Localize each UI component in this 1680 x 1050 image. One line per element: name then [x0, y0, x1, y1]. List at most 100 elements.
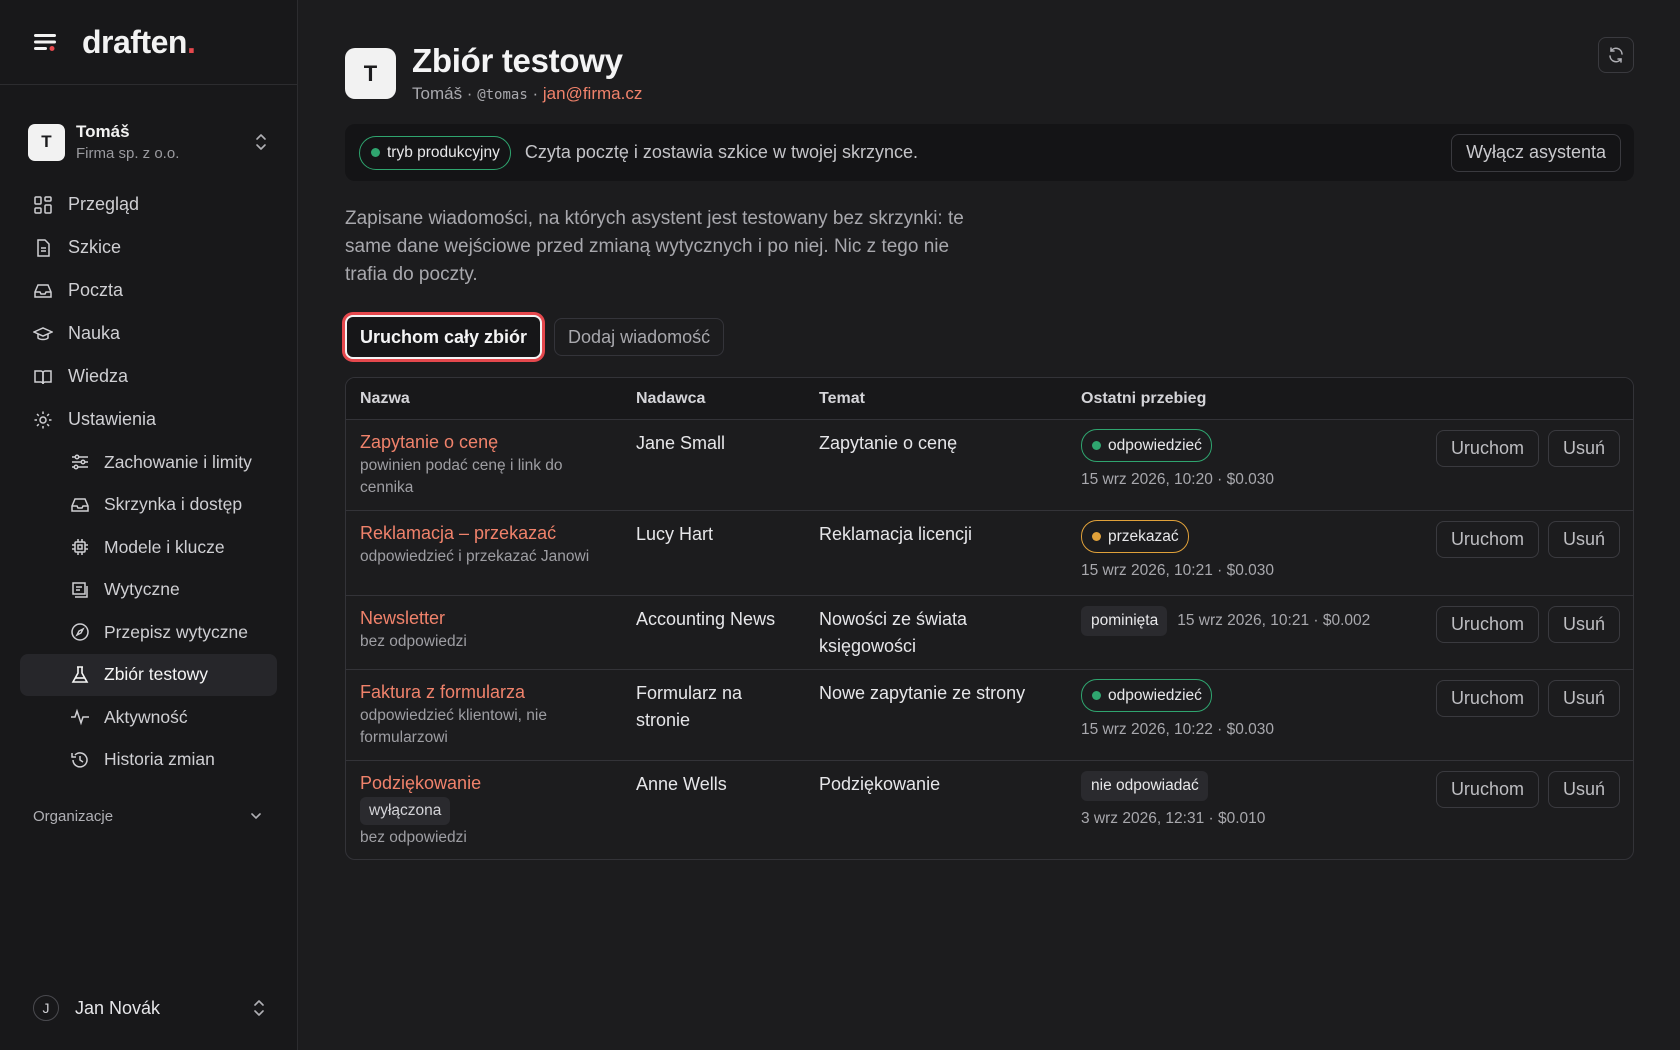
table-row: Faktura z formularza odpowiedzieć klient… [346, 670, 1633, 761]
row-note: powinien podać cenę i link do cennika [360, 457, 563, 496]
organizations-label: Organizacje [33, 807, 114, 825]
graduation-cap-icon [33, 324, 53, 344]
list-icon [70, 580, 90, 600]
run-button[interactable]: Uruchom [1435, 680, 1539, 717]
status-badge: pominięta [1081, 606, 1168, 636]
table-header: Nazwa Nadawca Temat Ostatni przebieg [346, 378, 1633, 420]
run-button[interactable]: Uruchom [1435, 606, 1539, 643]
run-button[interactable]: Uruchom [1435, 430, 1539, 467]
status-dot [1092, 691, 1101, 700]
sidebar-item-skrzynka[interactable]: Skrzynka i dostęp [20, 484, 277, 527]
test-set-table: Nazwa Nadawca Temat Ostatni przebieg Zap… [345, 377, 1634, 860]
mode-badge: tryb produkcyjny [359, 135, 511, 170]
status-label: nie odpowiadać [1091, 777, 1199, 794]
sidebar-item-label: Zbiór testowy [104, 664, 209, 685]
run-meta: 15 wrz 2026, 10:21 · $0.002 [1177, 612, 1371, 629]
run-all-button[interactable]: Uruchom cały zbiór [345, 315, 543, 359]
history-icon [70, 750, 90, 770]
sidebar-nav: Przegląd Szkice Poczta Nauka Wiedza Usta… [0, 183, 297, 781]
organizations-section[interactable]: Organizacje [33, 801, 263, 831]
sidebar-item-przeglad[interactable]: Przegląd [20, 183, 277, 226]
row-subject: Podziękowanie [819, 774, 941, 794]
run-meta: 15 wrz 2026, 10:21 · $0.030 [1081, 562, 1275, 579]
page-header: T Zbiór testowy Tomáš · @tomas · jan@fir… [345, 40, 1634, 104]
sidebar-item-wiedza[interactable]: Wiedza [20, 355, 277, 398]
run-meta: 3 wrz 2026, 12:31 · $0.010 [1081, 810, 1266, 827]
user-menu[interactable]: J Jan Novák [33, 988, 267, 1028]
run-button[interactable]: Uruchom [1435, 771, 1539, 808]
avatar: J [33, 995, 59, 1021]
mode-label: tryb produkcyjny [387, 143, 500, 161]
row-subject: Nowe zapytanie ze strony [819, 683, 1026, 703]
sidebar-item-wytyczne[interactable]: Wytyczne [20, 569, 277, 612]
column-header-subject[interactable]: Temat [819, 390, 1081, 408]
org-name: Tomáš [76, 121, 130, 141]
run-button[interactable]: Uruchom [1435, 521, 1539, 558]
delete-button[interactable]: Usuń [1547, 606, 1620, 643]
delete-button[interactable]: Usuń [1547, 680, 1620, 717]
delete-button[interactable]: Usuń [1547, 771, 1620, 808]
row-name-link[interactable]: Podziękowanie [360, 773, 636, 794]
menu-icon[interactable] [32, 28, 60, 56]
org-company: Firma sp. z o.o. [76, 144, 180, 162]
sidebar-item-label: Poczta [68, 280, 124, 300]
row-note: bez odpowiedzi [360, 829, 467, 846]
row-sender: Formularz na stronie [636, 683, 743, 730]
org-switcher[interactable]: T Tomáš Firma sp. z o.o. [0, 118, 297, 166]
sidebar-item-label: Przegląd [68, 194, 140, 214]
chip-icon [70, 537, 90, 557]
refresh-button[interactable] [1598, 37, 1634, 73]
sidebar-item-label: Wiedza [68, 366, 129, 386]
inbox-icon [70, 495, 90, 515]
page-subtitle: Tomáš · @tomas · jan@firma.cz [412, 84, 642, 104]
status-badge: nie odpowiadać [1081, 771, 1208, 801]
disabled-tag: wyłączona [360, 797, 451, 825]
compass-icon [70, 622, 90, 642]
delete-button[interactable]: Usuń [1547, 430, 1620, 467]
banner-text: Czyta pocztę i zostawia szkice w twojej … [524, 142, 918, 162]
sidebar-item-poczta[interactable]: Poczta [20, 269, 277, 312]
sidebar-item-zbior-testowy[interactable]: Zbiór testowy [20, 653, 277, 696]
sidebar-item-ustawienia[interactable]: Ustawienia [20, 398, 277, 441]
flask-icon [70, 665, 90, 685]
disable-assistant-button[interactable]: Wyłącz asystenta [1451, 133, 1621, 172]
sidebar: draften. T Tomáš Firma sp. z o.o. Przegl… [0, 0, 298, 1050]
column-header-name[interactable]: Nazwa [346, 390, 636, 408]
separator: · [462, 84, 478, 103]
owner-email-link[interactable]: jan@firma.cz [543, 84, 642, 103]
sidebar-item-label: Nauka [68, 323, 121, 343]
row-name-link[interactable]: Newsletter [360, 608, 636, 629]
table-row: Zapytanie o cenę powinien podać cenę i l… [346, 420, 1633, 511]
row-subject: Nowości ze świata księgowości [819, 609, 968, 656]
sidebar-item-modele[interactable]: Modele i klucze [20, 526, 277, 569]
row-name-link[interactable]: Zapytanie o cenę [360, 432, 636, 453]
sidebar-item-historia[interactable]: Historia zmian [20, 739, 277, 782]
chevron-updown-icon [253, 132, 269, 152]
delete-button[interactable]: Usuń [1547, 521, 1620, 558]
status-label: przekazać [1108, 527, 1179, 545]
avatar: T [345, 48, 396, 99]
row-subject: Reklamacja licencji [819, 524, 973, 544]
inbox-icon [33, 281, 53, 301]
status-badge: przekazać [1081, 520, 1189, 553]
sidebar-item-szkice[interactable]: Szkice [20, 226, 277, 269]
brand-row: draften. [0, 0, 297, 85]
sidebar-item-przepisz[interactable]: Przepisz wytyczne [20, 611, 277, 654]
row-name-link[interactable]: Reklamacja – przekazać [360, 523, 636, 544]
sidebar-item-aktywnosc[interactable]: Aktywność [20, 696, 277, 739]
column-header-last-run[interactable]: Ostatni przebieg [1081, 390, 1633, 408]
sidebar-item-zachowanie[interactable]: Zachowanie i limity [20, 441, 277, 484]
column-header-sender[interactable]: Nadawca [636, 390, 819, 408]
sidebar-item-label: Zachowanie i limity [104, 451, 252, 472]
status-badge: odpowiedzieć [1081, 679, 1212, 712]
row-subject: Zapytanie o cenę [819, 433, 958, 453]
add-message-button[interactable]: Dodaj wiadomość [554, 318, 725, 356]
mode-banner: tryb produkcyjny Czyta pocztę i zostawia… [345, 124, 1634, 181]
logo[interactable]: draften. [82, 24, 196, 61]
row-name-link[interactable]: Faktura z formularza [360, 682, 636, 703]
run-meta: 15 wrz 2026, 10:20 · $0.030 [1081, 471, 1275, 488]
book-icon [33, 367, 53, 387]
owner-handle: @tomas [477, 87, 528, 103]
sidebar-item-nauka[interactable]: Nauka [20, 312, 277, 355]
action-bar: Uruchom cały zbiór Dodaj wiadomość [345, 315, 1634, 359]
